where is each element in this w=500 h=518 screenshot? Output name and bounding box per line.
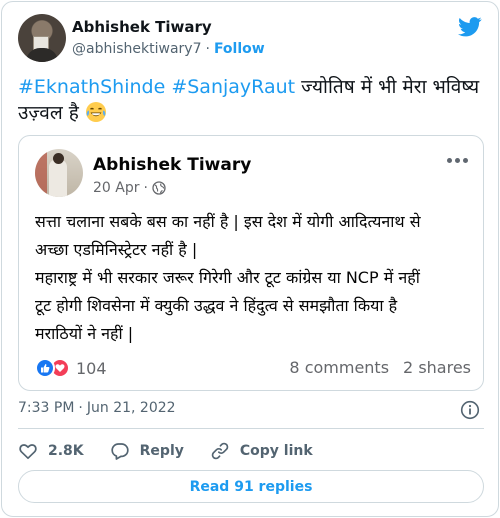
quoted-post-line: टूट होगी शिवसेना में क्युकी उद्धव ने हिं… [35,296,398,315]
separator-dot: · [78,400,83,416]
tweet-text-line2: उज़्वल है [18,102,85,124]
quoted-post-footer: 104 8 comments 2 shares [35,358,471,380]
author-handle-row: @abhishektiwary7 · Follow [72,41,265,57]
more-options-icon[interactable] [447,154,469,166]
twitter-bird-icon[interactable] [458,17,482,37]
separator-dot: · [143,180,148,196]
speech-bubble-icon [111,443,129,460]
copy-link-label: Copy link [239,443,313,459]
quoted-author-avatar[interactable] [35,149,83,197]
link-icon [211,442,229,460]
heart-icon [19,444,37,460]
quoted-post-meta: 20 Apr · [93,180,166,196]
tweet-timestamp[interactable]: 7:33 PM · Jun 21, 2022 [18,400,176,416]
comments-count[interactable]: 8 comments [289,358,389,377]
author-name[interactable]: Abhishek Tiwary [72,18,212,36]
info-icon[interactable] [460,400,480,420]
shares-count[interactable]: 2 shares [403,358,471,377]
hashtag-eknathshinde[interactable]: #EknathShinde [18,76,165,98]
hashtag-sanjayraut[interactable]: #SanjayRaut [171,76,295,98]
tweet-embed-card: Abhishek Tiwary @abhishektiwary7 · Follow … [1,1,499,517]
tweet-text-line1: ज्योतिष में भी मेरा भविष्य [295,76,480,98]
tweet-actions: 2.8K Reply Copy link [18,440,339,462]
tweet-date: Jun 21, 2022 [86,400,176,416]
reply-button[interactable]: Reply [110,441,184,461]
quoted-post-line: मराठियों ने नहीं | [35,324,134,343]
quoted-post-date[interactable]: 20 Apr [93,180,139,196]
quoted-post-line: महाराष्ट्र में भी सरकार जरूर गिरेगी और ट… [35,268,420,287]
quoted-facebook-post[interactable]: Abhishek Tiwary 20 Apr · सत्ता चलाना सबक… [18,135,484,391]
like-reaction-icon [35,358,55,378]
post-stats: 8 comments 2 shares [289,358,471,377]
laughing-tears-emoji-icon [85,102,106,122]
reaction-count: 104 [76,358,107,378]
like-button[interactable]: 2.8K [18,441,84,461]
tweet-header: Abhishek Tiwary @abhishektiwary7 · Follow [18,14,484,64]
author-handle[interactable]: @abhishektiwary7 [72,41,201,57]
globe-icon [152,181,166,195]
reply-label: Reply [139,443,184,459]
author-avatar[interactable] [18,14,66,62]
tweet-time: 7:33 PM [18,400,75,416]
reactions[interactable]: 104 [35,358,107,378]
separator-dot: · [205,41,210,57]
quoted-author-name[interactable]: Abhishek Tiwary [93,155,251,175]
read-replies-button[interactable]: Read 91 replies [18,470,484,503]
quoted-post-body: सत्ता चलाना सबके बस का नहीं है | इस देश … [35,208,471,348]
quoted-post-line: सत्ता चलाना सबके बस का नहीं है | इस देश … [35,212,421,231]
divider [18,428,484,429]
follow-button[interactable]: Follow [214,41,265,57]
copy-link-button[interactable]: Copy link [210,441,313,461]
like-count: 2.8K [48,443,84,459]
tweet-text: #EknathShinde #SanjayRaut ज्योतिष में भी… [18,74,484,126]
quoted-post-line: अच्छा एडमिनिस्ट्रेटर नहीं है | [35,240,198,259]
